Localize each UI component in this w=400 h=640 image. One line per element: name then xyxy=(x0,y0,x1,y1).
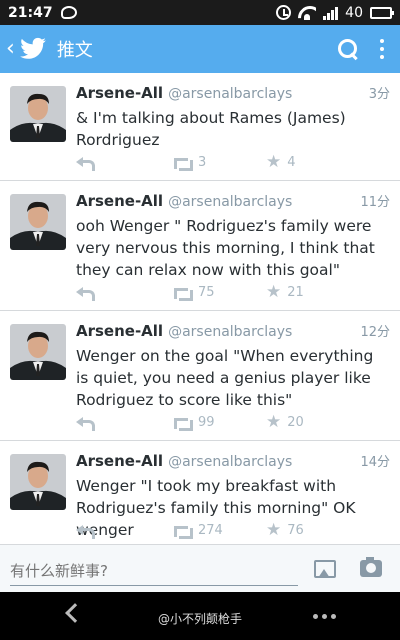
avatar[interactable] xyxy=(10,324,66,380)
camera-icon[interactable] xyxy=(360,557,382,577)
tweet-composer xyxy=(0,544,400,592)
retweet-button[interactable]: 3 xyxy=(172,155,266,171)
favorite-count: 21 xyxy=(287,285,304,300)
nav-menu-icon[interactable] xyxy=(313,614,336,619)
page-title: 推文 xyxy=(56,40,93,61)
retweet-button[interactable]: 99 xyxy=(172,415,266,431)
retweet-count: 99 xyxy=(198,415,215,430)
tweet-author-name[interactable]: Arsene-All xyxy=(76,451,163,471)
signal-label: 40 xyxy=(345,4,363,21)
favorite-button[interactable]: ★ 4 xyxy=(266,154,296,171)
back-arrow-icon[interactable]: ‹ xyxy=(6,38,15,60)
message-notification-icon xyxy=(60,6,77,19)
retweet-icon xyxy=(172,157,193,171)
avatar[interactable] xyxy=(10,454,66,510)
avatar[interactable] xyxy=(10,194,66,250)
tweet-author-name[interactable]: Arsene-All xyxy=(76,191,163,211)
tweet-card[interactable]: Arsene-All @arsenalbarclays 3分 & I'm tal… xyxy=(0,73,400,181)
watermark: @小不列颠枪手 xyxy=(158,612,243,626)
cell-signal-icon xyxy=(323,6,339,20)
favorite-count: 20 xyxy=(287,415,304,430)
retweet-icon xyxy=(172,525,193,539)
retweet-count: 75 xyxy=(198,285,215,300)
status-bar: 21:47 40 xyxy=(0,0,400,25)
tweet-text: Wenger on the goal "When everything is q… xyxy=(76,347,374,409)
star-icon: ★ xyxy=(266,412,282,432)
twitter-bird-icon xyxy=(19,37,46,59)
star-icon: ★ xyxy=(266,152,282,172)
star-icon: ★ xyxy=(266,282,282,302)
tweet-timestamp: 3分 xyxy=(368,87,390,102)
tweet-timestamp: 12分 xyxy=(360,325,390,340)
favorite-count: 76 xyxy=(287,523,304,538)
image-icon[interactable] xyxy=(314,559,336,578)
avatar[interactable] xyxy=(10,86,66,142)
tweet-author-handle[interactable]: @arsenalbarclays xyxy=(168,84,292,104)
tweet-author-handle[interactable]: @arsenalbarclays xyxy=(168,192,292,212)
status-time: 21:47 xyxy=(8,4,53,21)
overflow-menu-icon[interactable] xyxy=(380,39,384,59)
nav-back-icon[interactable] xyxy=(65,603,85,623)
reply-icon[interactable] xyxy=(76,286,95,301)
status-indicators: 40 xyxy=(276,4,394,21)
retweet-icon xyxy=(172,417,193,431)
tweet-timestamp: 14分 xyxy=(360,455,390,470)
tweet-author-name[interactable]: Arsene-All xyxy=(76,83,163,103)
star-icon: ★ xyxy=(266,520,282,540)
favorite-button[interactable]: ★ 20 xyxy=(266,414,304,431)
compose-tweet-input[interactable] xyxy=(10,551,298,586)
system-nav-bar: @小不列颠枪手 xyxy=(0,592,400,640)
favorite-button[interactable]: ★ 76 xyxy=(266,522,304,539)
reply-icon[interactable] xyxy=(76,524,95,539)
favorite-count: 4 xyxy=(287,155,296,170)
alarm-icon xyxy=(276,5,292,20)
tweet-card[interactable]: Arsene-All @arsenalbarclays 12分 Wenger o… xyxy=(0,311,400,441)
retweet-icon xyxy=(172,287,193,301)
tweet-timeline[interactable]: Arsene-All @arsenalbarclays 3分 & I'm tal… xyxy=(0,73,400,544)
tweet-timestamp: 11分 xyxy=(360,195,390,210)
tweet-card[interactable]: Arsene-All @arsenalbarclays 14分 Wenger "… xyxy=(0,441,400,544)
retweet-count: 274 xyxy=(198,523,223,538)
tweet-text: & I'm talking about Rames (James) Rordri… xyxy=(76,109,346,149)
favorite-button[interactable]: ★ 21 xyxy=(266,284,304,301)
retweet-button[interactable]: 274 xyxy=(172,523,266,539)
tweet-author-name[interactable]: Arsene-All xyxy=(76,321,163,341)
reply-icon[interactable] xyxy=(76,156,95,171)
search-icon[interactable] xyxy=(338,39,358,59)
app-bar: ‹ 推文 xyxy=(0,25,400,73)
retweet-count: 3 xyxy=(198,155,207,170)
battery-icon xyxy=(370,6,394,19)
wifi-icon xyxy=(298,6,316,20)
tweet-text: ooh Wenger " Rodriguez's family were ver… xyxy=(76,217,375,279)
tweet-author-handle[interactable]: @arsenalbarclays xyxy=(168,452,292,472)
reply-icon[interactable] xyxy=(76,416,95,431)
retweet-button[interactable]: 75 xyxy=(172,285,266,301)
tweet-card[interactable]: Arsene-All @arsenalbarclays 11分 ooh Weng… xyxy=(0,181,400,311)
tweet-author-handle[interactable]: @arsenalbarclays xyxy=(168,322,292,342)
